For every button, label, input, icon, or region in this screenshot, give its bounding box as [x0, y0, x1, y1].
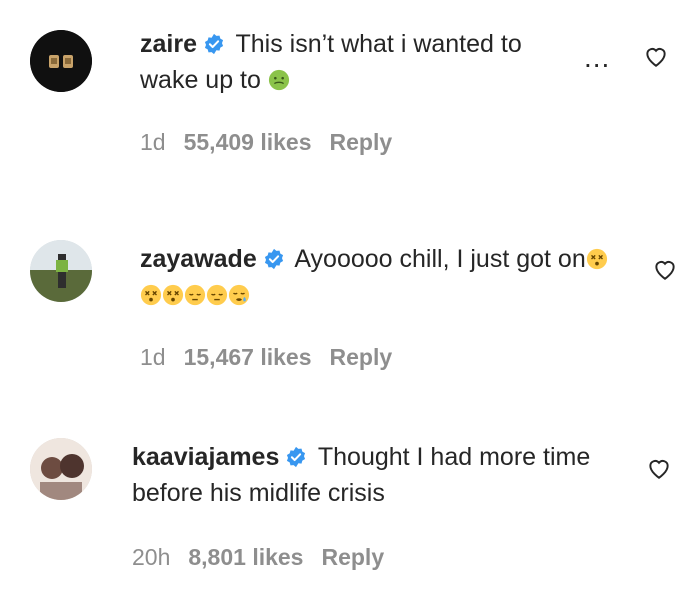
reply-button[interactable]: Reply — [330, 129, 393, 155]
dizzy-face-emoji-icon — [586, 248, 607, 270]
comment-time: 20h — [132, 544, 171, 570]
avatar-image — [30, 240, 92, 302]
comment-meta: 20h 8,801 likes Reply — [132, 542, 402, 572]
likes-count[interactable]: 15,467 likes — [184, 344, 312, 370]
heart-icon[interactable] — [652, 256, 678, 282]
avatar[interactable] — [30, 30, 92, 92]
heart-icon[interactable] — [646, 455, 672, 481]
comment-meta: 1d 15,467 likes Reply — [140, 342, 410, 372]
pensive-face-emoji-icon — [184, 284, 206, 306]
avatar[interactable] — [30, 240, 92, 302]
username[interactable]: kaaviajames — [132, 443, 279, 471]
comment-text: zaire This isn’t what i wanted to wake u… — [140, 26, 570, 98]
likes-count[interactable]: 8,801 likes — [188, 544, 303, 570]
sleepy-face-emoji-icon — [228, 284, 250, 306]
heart-icon[interactable] — [643, 43, 669, 69]
reply-button[interactable]: Reply — [330, 344, 393, 370]
dizzy-face-emoji-icon — [162, 284, 184, 306]
verified-badge-icon — [264, 248, 283, 270]
comment-body: This isn’t what i wanted to wake up to — [140, 30, 522, 94]
likes-count[interactable]: 55,409 likes — [184, 129, 312, 155]
comment-text: kaaviajames Thought I had more time befo… — [132, 439, 612, 511]
comment-body: Ayooooo chill, I just got on — [294, 245, 586, 273]
comment-meta: 1d 55,409 likes Reply — [140, 127, 410, 157]
pensive-face-emoji-icon — [206, 284, 228, 306]
comment-text: zayawade Ayooooo chill, I just got on — [140, 241, 610, 313]
verified-badge-icon — [204, 33, 224, 55]
dizzy-face-emoji-icon — [140, 284, 162, 306]
avatar-image — [30, 30, 92, 92]
username[interactable]: zayawade — [140, 245, 257, 273]
comment-time: 1d — [140, 129, 166, 155]
avatar[interactable] — [30, 438, 92, 500]
nauseated-face-emoji-icon — [268, 69, 289, 91]
verified-badge-icon — [287, 446, 306, 468]
username[interactable]: zaire — [140, 30, 197, 58]
comment-time: 1d — [140, 344, 166, 370]
more-options-icon[interactable]: ... — [584, 44, 610, 72]
avatar-image — [30, 438, 92, 500]
reply-button[interactable]: Reply — [321, 544, 384, 570]
